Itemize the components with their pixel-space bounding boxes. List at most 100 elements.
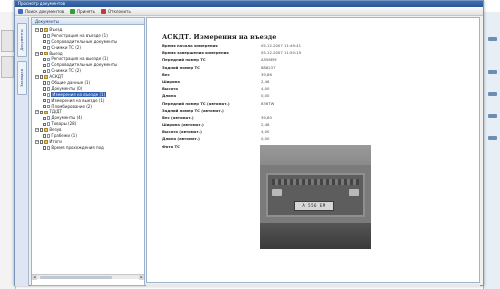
collapse-icon[interactable]: − (35, 51, 39, 56)
document-icon (47, 69, 51, 74)
search-icon (18, 8, 23, 14)
tree-item-label: Въезд (49, 27, 63, 32)
background-app-right (483, 12, 500, 289)
document-icon (47, 33, 51, 38)
tree-item-label: Итоги (49, 138, 62, 144)
checkbox-icon[interactable] (43, 40, 47, 44)
tree-item-label: Общие данные (1) (51, 80, 91, 86)
checkbox-icon[interactable] (40, 75, 44, 79)
checkbox-icon[interactable] (43, 104, 47, 109)
side-tab-bookmarks[interactable]: Закладки (17, 61, 27, 95)
photo-detail (272, 179, 359, 185)
field-value: A556EM (261, 57, 277, 63)
side-tab-documents[interactable]: Документы (17, 23, 27, 57)
tree-item-label: Регистрация на выезде (1) (51, 56, 109, 62)
scroll-right-icon[interactable]: ▸ (139, 275, 144, 280)
checkbox-icon[interactable] (43, 98, 47, 103)
measurement-fields: Время начала измерения 05.12.2007 11:49:4… (162, 42, 301, 150)
tree-item-label: ТД/ДТ (49, 109, 62, 115)
field-label: Задний номер ТС (162, 64, 200, 70)
field-value: 836TW (261, 100, 275, 106)
field-row: Вес 39,86 (162, 71, 301, 78)
document-title: АСКДТ. Измерения на въезде (162, 33, 277, 41)
documents-tree-panel: Документы − Въезд Регистрация на въезде (1… (31, 17, 145, 286)
tree-item-label: Пломбирование (2) (51, 103, 92, 109)
scrollbar-thumb[interactable] (40, 276, 112, 279)
side-tab-strip: Документы Закладки (15, 17, 29, 286)
tree-item-label: Выезд (49, 50, 63, 56)
checkbox-icon[interactable] (40, 110, 44, 115)
collapse-icon[interactable]: − (35, 110, 39, 115)
checkbox-icon[interactable] (43, 63, 47, 68)
field-row: Задний номер ТС 886237 (162, 64, 301, 71)
window-body: Документы Закладки Документы − Въезд Регис… (15, 17, 483, 287)
field-value: 2,48 (261, 122, 270, 128)
field-row: Ширина (автомат.) 2,48 (162, 121, 301, 128)
background-control (488, 136, 497, 140)
field-value: 886237 (261, 64, 276, 70)
folder-icon (44, 110, 49, 115)
field-label: Время завершения измерения (162, 50, 229, 56)
tree-item-label: Везув (49, 127, 62, 133)
collapse-icon[interactable]: − (35, 28, 39, 32)
field-row: Время завершения измерения 05.12.2007 11:… (162, 49, 301, 56)
tree-item-label: Грабежи (1) (51, 133, 77, 139)
field-row: Передний номер ТС (автомат.) 836TW (162, 100, 301, 107)
field-value: 05.12.2007 11:50:19 (261, 50, 301, 56)
toolbar: Поиск документов Принять Отклонить (15, 7, 483, 16)
checkbox-icon[interactable] (40, 140, 44, 144)
horizontal-scrollbar[interactable]: ◂ ▸ (32, 274, 144, 280)
checkbox-icon[interactable] (43, 122, 47, 126)
field-value: 4,00 (261, 129, 270, 135)
collapse-icon[interactable]: − (35, 75, 39, 80)
background-tab (1, 30, 14, 52)
checkbox-icon[interactable] (43, 57, 47, 62)
tree-item-label: АСКДТ (49, 74, 64, 80)
checkbox-icon[interactable] (43, 45, 47, 50)
field-value: 4,00 (261, 86, 270, 92)
checkbox-icon[interactable] (43, 116, 47, 121)
checkbox-icon[interactable] (43, 134, 47, 138)
document-icon (47, 87, 51, 91)
checkbox-icon[interactable] (43, 87, 47, 91)
vehicle-photo: A 556 EM (260, 145, 371, 249)
document-icon (47, 98, 51, 103)
reject-button[interactable]: Отклонить (101, 8, 131, 14)
search-documents-button[interactable]: Поиск документов (18, 8, 64, 14)
checkbox-icon[interactable] (43, 69, 47, 73)
checkbox-icon[interactable] (40, 128, 44, 132)
field-row: Ширина 2,46 (162, 78, 301, 85)
checkbox-icon[interactable] (43, 93, 47, 97)
checkbox-icon[interactable] (40, 28, 44, 32)
checkbox-icon[interactable] (43, 34, 47, 38)
tree-item-label: Регистрация на въезде (1) (51, 32, 108, 38)
accept-icon (70, 8, 76, 14)
checkbox-icon[interactable] (43, 81, 47, 85)
background-control (488, 70, 497, 74)
document-viewer-window: Просмотр документов Поиск документов При… (14, 0, 484, 287)
field-value: 0,00 (261, 93, 270, 99)
scroll-left-icon[interactable]: ◂ (32, 275, 37, 280)
document-icon (47, 63, 51, 68)
field-label: Ширина (162, 78, 180, 84)
checkbox-icon[interactable] (43, 146, 47, 150)
field-row: Вес (автомат.) 39,80 (162, 114, 301, 121)
checkbox-icon[interactable] (40, 51, 44, 56)
accept-label: Принять (77, 8, 96, 14)
field-row: Передний номер ТС A556EM (162, 56, 301, 63)
tree-item[interactable]: Время прохождения под (32, 145, 144, 151)
field-label: Длина (162, 93, 177, 99)
field-row: Длина (автомат.) 0,00 (162, 135, 301, 142)
field-label: Задний номер ТС (автомат.) (162, 107, 224, 113)
accept-button[interactable]: Принять (70, 8, 96, 14)
field-label: Высота (автомат.) (162, 129, 202, 135)
document-icon (47, 57, 51, 62)
field-row: Длина 0,00 (162, 92, 301, 99)
reject-icon (101, 8, 107, 14)
folder-icon (44, 28, 49, 32)
collapse-icon[interactable]: − (35, 128, 39, 133)
tree-item-label: Измерения на въезде (1) (51, 91, 107, 97)
document-icon (47, 122, 51, 127)
status-bar (146, 284, 480, 287)
collapse-icon[interactable]: − (35, 139, 39, 144)
